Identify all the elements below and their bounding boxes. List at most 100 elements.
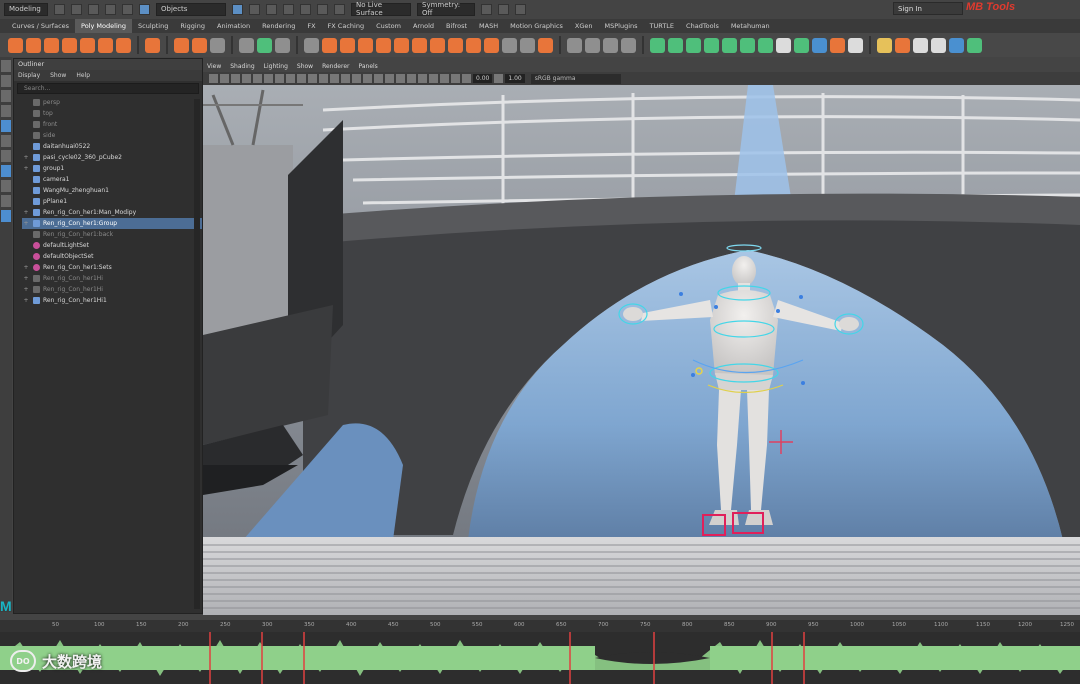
shelf-tab-rigging[interactable]: Rigging <box>174 19 211 33</box>
ipr-render-icon[interactable] <box>334 3 345 15</box>
expand-toggle-icon[interactable]: + <box>22 220 30 227</box>
resolution-gate-icon[interactable] <box>275 74 284 83</box>
image-plane-icon[interactable] <box>242 74 251 83</box>
outliner-item[interactable]: + Ren_rig_Con_her1Hi1 <box>22 295 202 306</box>
snap-point-icon[interactable] <box>283 3 294 15</box>
select-camera-icon[interactable] <box>209 74 218 83</box>
grid-toggle-icon[interactable] <box>253 74 262 83</box>
outliner-item[interactable]: persp <box>22 97 202 108</box>
outliner-item[interactable]: + Ren_rig_Con_her1Hi <box>22 273 202 284</box>
outliner-item[interactable]: + Ren_rig_Con_her1:Group <box>22 218 202 229</box>
viewport-menu-show[interactable]: Show <box>297 61 313 72</box>
rotate-tool-icon[interactable] <box>1 120 11 132</box>
outliner-item[interactable]: + Ren_rig_Con_her1Hi <box>22 284 202 295</box>
shelf-tab-xgen[interactable]: XGen <box>569 19 599 33</box>
platonic-icon[interactable] <box>145 37 160 53</box>
blend-icon[interactable] <box>621 37 636 53</box>
last-tool-icon[interactable] <box>1 150 11 162</box>
smooth-shade-icon[interactable] <box>341 74 350 83</box>
sphere-orange-icon[interactable] <box>895 37 910 53</box>
multi-cut-icon[interactable] <box>430 37 445 53</box>
paint-select-tool-icon[interactable] <box>1 90 11 102</box>
persp-outliner-layout-icon[interactable] <box>1 210 11 222</box>
mash-signal-icon[interactable] <box>740 37 755 53</box>
uv-editor-icon[interactable] <box>502 37 517 53</box>
expand-toggle-icon[interactable]: + <box>22 286 30 293</box>
shelf-tab-curves-surfaces[interactable]: Curves / Surfaces <box>6 19 75 33</box>
viewport-menu-view[interactable]: View <box>207 61 221 72</box>
poly-plane-icon[interactable] <box>98 37 113 53</box>
outliner-menu-show[interactable]: Show <box>50 70 66 81</box>
safe-action-icon[interactable] <box>308 74 317 83</box>
mash-distribute-icon[interactable] <box>668 37 683 53</box>
live-surface-dropdown[interactable]: No Live Surface <box>351 1 411 17</box>
outliner-item[interactable]: top <box>22 108 202 119</box>
shelf-tab-poly-modeling[interactable]: Poly Modeling <box>75 19 132 33</box>
mash-repro-icon[interactable] <box>686 37 701 53</box>
shelf-tab-rendering[interactable]: Rendering <box>256 19 301 33</box>
bookmarks-icon[interactable] <box>231 74 240 83</box>
outliner-item[interactable]: + group1 <box>22 163 202 174</box>
expand-toggle-icon[interactable]: + <box>22 165 30 172</box>
xray-joints-icon[interactable] <box>451 74 460 83</box>
outliner-item[interactable]: daitanhuai0522 <box>22 141 202 152</box>
mash-network-icon[interactable] <box>650 37 665 53</box>
bevel-icon[interactable] <box>376 37 391 53</box>
quad-draw-icon[interactable] <box>484 37 499 53</box>
mash-random-icon[interactable] <box>704 37 719 53</box>
bridge-icon[interactable] <box>358 37 373 53</box>
grid-icon[interactable] <box>603 37 618 53</box>
show-channel-box-icon[interactable] <box>515 3 526 15</box>
outliner-search-input[interactable]: Search... <box>17 83 199 94</box>
outliner-item[interactable]: + pasi_cycle02_360_pCube2 <box>22 152 202 163</box>
poly-sphere-icon[interactable] <box>8 37 23 53</box>
bones-icon[interactable] <box>967 37 982 53</box>
brush-icon[interactable] <box>567 37 582 53</box>
mash-points-icon[interactable] <box>794 37 809 53</box>
shadows-icon[interactable] <box>385 74 394 83</box>
outliner-item[interactable]: front <box>22 119 202 130</box>
cube-blue-icon[interactable] <box>812 37 827 53</box>
shelf-tab-fx-caching[interactable]: FX Caching <box>322 19 371 33</box>
outliner-item[interactable]: pPlane1 <box>22 196 202 207</box>
render-icon[interactable] <box>317 3 328 15</box>
expand-toggle-icon[interactable]: + <box>22 297 30 304</box>
redo-icon[interactable] <box>122 3 133 15</box>
mash-curve-icon[interactable] <box>722 37 737 53</box>
undo-icon[interactable] <box>105 3 116 15</box>
separate-icon[interactable] <box>257 37 272 53</box>
poly-torus-icon[interactable] <box>80 37 95 53</box>
svg-icon[interactable] <box>210 37 225 53</box>
outliner-item[interactable]: side <box>22 130 202 141</box>
sign-in-button[interactable]: Sign In <box>893 2 963 15</box>
isolate-select-icon[interactable] <box>429 74 438 83</box>
poly-cube-icon[interactable] <box>26 37 41 53</box>
lasso-tool-icon[interactable] <box>1 75 11 87</box>
timeline[interactable]: 50 100 150 200 250 300 350 400 450 500 550 600 650 70… <box>0 620 1080 684</box>
super-shape-icon[interactable] <box>174 37 189 53</box>
outliner-item[interactable]: + Ren_rig_Con_her1:Sets <box>22 262 202 273</box>
expand-toggle-icon[interactable]: + <box>22 209 30 216</box>
shelf-tab-turtle[interactable]: TURTLE <box>644 19 680 33</box>
mash-world-icon[interactable] <box>758 37 773 53</box>
select-tool-icon[interactable] <box>1 60 11 72</box>
save-scene-icon[interactable] <box>88 3 99 15</box>
outliner-item[interactable]: + Ren_rig_Con_her1:Man_Modipy <box>22 207 202 218</box>
expand-toggle-icon[interactable]: + <box>22 275 30 282</box>
outliner-scrollbar[interactable] <box>194 99 200 609</box>
gate-mask-icon[interactable] <box>286 74 295 83</box>
outliner-menu-display[interactable]: Display <box>18 70 40 81</box>
four-view-layout-icon[interactable] <box>1 180 11 192</box>
texture-map-icon[interactable] <box>877 37 892 53</box>
motion-blur-icon[interactable] <box>407 74 416 83</box>
exposure-field[interactable]: 0.00 <box>473 74 493 83</box>
anti-aliasing-icon[interactable] <box>418 74 427 83</box>
poly-cone-icon[interactable] <box>62 37 77 53</box>
quick-select-icon[interactable] <box>848 37 863 53</box>
symmetry-dropdown[interactable]: Symmetry: Off <box>417 1 475 17</box>
t-pose-blue-icon[interactable] <box>949 37 964 53</box>
wireframe-on-shaded-icon[interactable] <box>352 74 361 83</box>
planar-mapping-icon[interactable] <box>520 37 535 53</box>
append-icon[interactable] <box>394 37 409 53</box>
new-scene-icon[interactable] <box>54 3 65 15</box>
